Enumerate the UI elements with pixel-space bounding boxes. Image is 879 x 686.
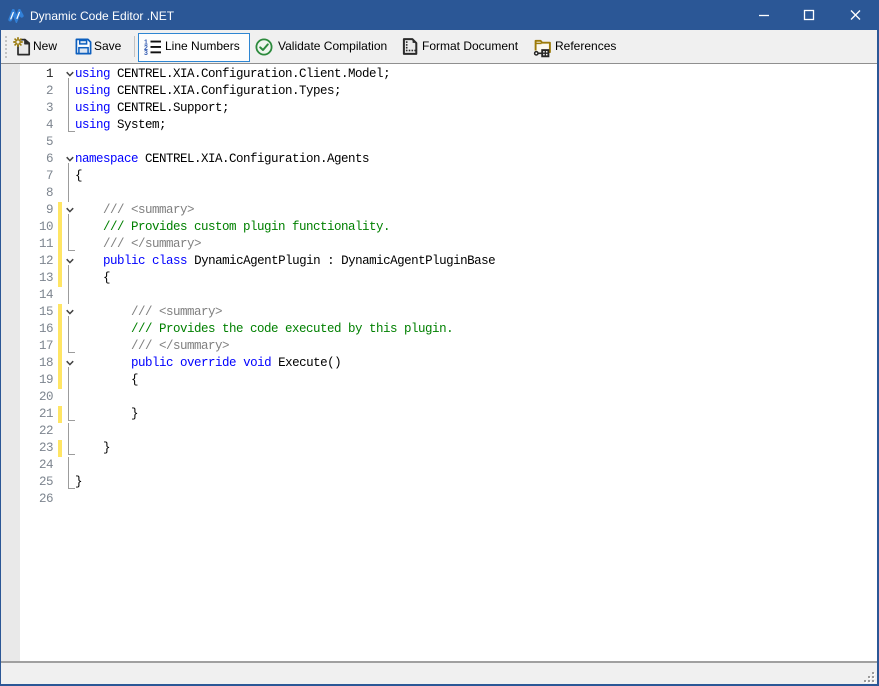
- svg-text:3: 3: [144, 50, 148, 56]
